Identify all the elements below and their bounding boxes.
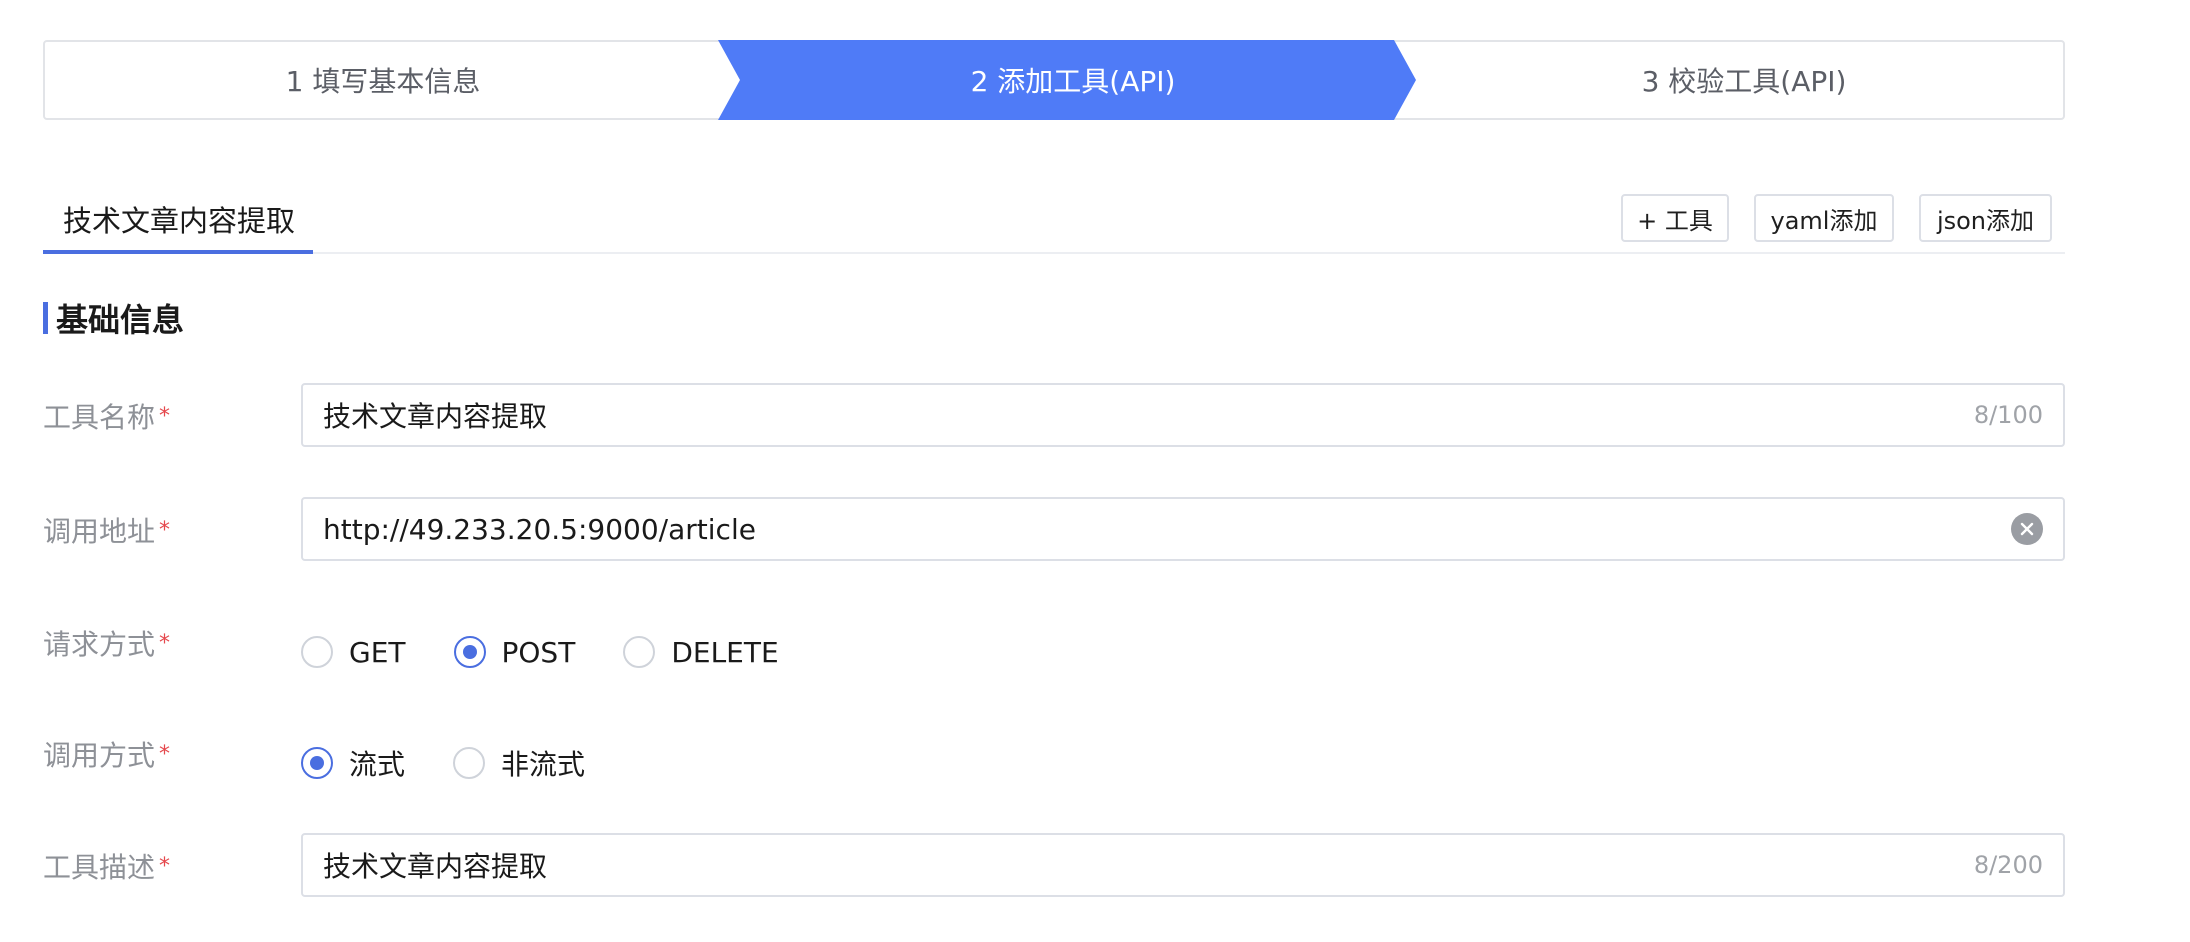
call-url-label-text: 调用地址 xyxy=(43,515,156,548)
call-url-value[interactable]: http://49.233.20.5:9000/article xyxy=(323,513,2011,546)
call-mode-label-text: 调用方式 xyxy=(43,739,156,772)
radio-circle[interactable] xyxy=(453,747,486,779)
step-add-tool[interactable]: 2 添加工具(API) xyxy=(723,40,1423,120)
radio-circle[interactable] xyxy=(301,636,333,668)
call-url-label: 调用地址 * xyxy=(43,510,170,550)
add-tool-button[interactable]: + 工具 xyxy=(1621,194,1729,242)
tab-tool[interactable]: 技术文章内容提取 xyxy=(43,186,313,252)
radio-delete-label[interactable]: DELETE xyxy=(671,636,778,669)
request-method-label-text: 请求方式 xyxy=(43,628,156,661)
radio-non-streaming[interactable]: 非流式 xyxy=(453,743,585,783)
radio-get[interactable]: GET xyxy=(301,636,406,669)
request-method-radio-group: GET POST DELETE xyxy=(301,632,827,672)
tool-desc-label-text: 工具描述 xyxy=(43,851,156,884)
request-method-label: 请求方式 * xyxy=(43,623,170,663)
radio-delete[interactable]: DELETE xyxy=(623,636,779,669)
tool-name-value[interactable]: 技术文章内容提取 xyxy=(323,395,1974,435)
call-mode-label: 调用方式 * xyxy=(43,734,170,774)
tool-desc-label: 工具描述 * xyxy=(43,846,170,886)
radio-circle-checked[interactable] xyxy=(453,636,486,668)
tool-tabs: 技术文章内容提取 + 工具 yaml添加 json添加 xyxy=(43,186,2065,254)
tool-desc-input[interactable]: 技术文章内容提取 8/200 xyxy=(301,833,2065,897)
close-icon xyxy=(2020,522,2034,536)
stepper: 1 填写基本信息 2 添加工具(API) 3 校验工具(API) xyxy=(43,40,2065,120)
tool-desc-counter: 8/200 xyxy=(1973,851,2043,879)
required-mark: * xyxy=(159,403,171,429)
radio-streaming[interactable]: 流式 xyxy=(301,743,405,783)
tool-name-counter: 8/100 xyxy=(1973,401,2043,429)
clear-icon[interactable] xyxy=(2011,513,2043,545)
required-mark: * xyxy=(159,517,171,543)
tool-name-input[interactable]: 技术文章内容提取 8/100 xyxy=(301,383,2065,447)
radio-circle[interactable] xyxy=(623,636,656,668)
radio-post[interactable]: POST xyxy=(453,636,576,669)
yaml-add-button[interactable]: yaml添加 xyxy=(1754,194,1894,242)
radio-post-label[interactable]: POST xyxy=(502,636,576,669)
radio-non-streaming-label[interactable]: 非流式 xyxy=(501,743,585,783)
call-url-input[interactable]: http://49.233.20.5:9000/article xyxy=(301,497,2065,561)
radio-circle-checked[interactable] xyxy=(301,747,333,779)
radio-get-label[interactable]: GET xyxy=(349,636,406,669)
tool-name-label-text: 工具名称 xyxy=(43,401,156,434)
section-accent-bar xyxy=(43,302,48,334)
tool-name-label: 工具名称 * xyxy=(43,396,170,436)
tool-desc-value[interactable]: 技术文章内容提取 xyxy=(323,845,1974,885)
section-title: 基础信息 xyxy=(56,301,185,339)
step-basic-info[interactable]: 1 填写基本信息 xyxy=(43,40,723,120)
required-mark: * xyxy=(159,853,171,879)
call-mode-radio-group: 流式 非流式 xyxy=(301,743,633,783)
section-header: 基础信息 xyxy=(43,298,185,339)
step-verify-tool[interactable]: 3 校验工具(API) xyxy=(1423,40,2065,120)
json-add-button[interactable]: json添加 xyxy=(1919,194,2052,242)
required-mark: * xyxy=(159,630,171,656)
required-mark: * xyxy=(159,741,171,767)
radio-streaming-label[interactable]: 流式 xyxy=(349,743,405,783)
tab-active-underline xyxy=(43,250,313,254)
